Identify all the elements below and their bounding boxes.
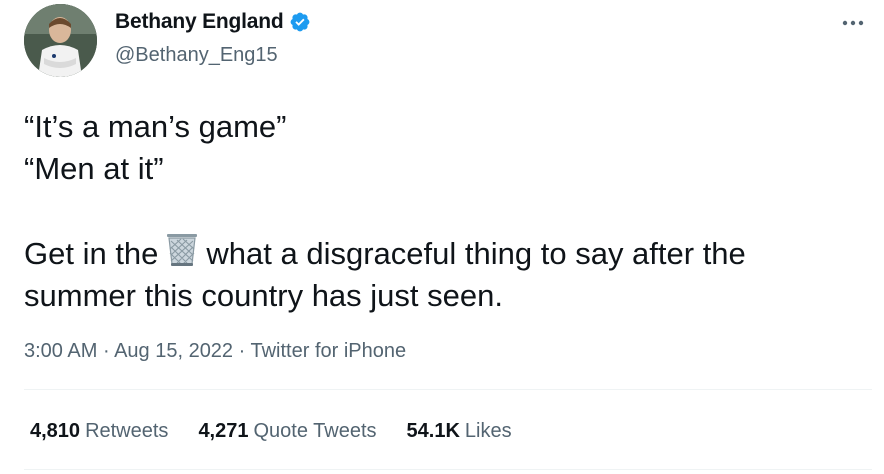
meta-separator: ·	[233, 340, 251, 362]
likes-label: Likes	[464, 420, 512, 442]
more-dots-icon	[842, 20, 864, 26]
verified-badge-icon	[290, 12, 309, 32]
author-display-name[interactable]: Bethany England	[115, 10, 284, 34]
divider	[24, 469, 872, 470]
retweets-stat[interactable]: 4,810 Retweets	[30, 420, 168, 443]
avatar[interactable]	[24, 4, 97, 77]
tweet-text: “It’s a man’s game” “Men at it” Get in t…	[24, 106, 864, 317]
tweet-text-segment: Get in the	[24, 236, 159, 271]
divider	[24, 389, 872, 390]
likes-stat[interactable]: 54.1K Likes	[407, 420, 512, 443]
more-options-button[interactable]	[838, 8, 868, 38]
engagement-stats: 4,810 Retweets 4,271 Quote Tweets 54.1K Lik…	[30, 420, 512, 443]
tweet-source-link[interactable]: Twitter for iPhone	[250, 340, 406, 362]
author-name-row: Bethany England	[115, 10, 311, 34]
meta-separator: ·	[97, 340, 115, 362]
tweet-text-segment: what a disgraceful thing to say after th…	[206, 236, 746, 271]
tweet-detail: Bethany England @Bethany_Eng15 “It’s a m…	[0, 0, 884, 474]
quote-tweets-label: Quote Tweets	[253, 420, 377, 442]
retweets-label: Retweets	[85, 420, 169, 442]
wastebasket-icon	[167, 234, 198, 266]
author-handle[interactable]: @Bethany_Eng15	[115, 44, 278, 67]
tweet-time-link[interactable]: 3:00 AM	[24, 340, 97, 362]
tweet-text-line: “Men at it”	[24, 151, 164, 186]
tweet-text-line: “It’s a man’s game”	[24, 109, 287, 144]
tweet-text-line: summer this country has just seen.	[24, 278, 503, 313]
tweet-meta: 3:00 AM · Aug 15, 2022 · Twitter for iPh…	[24, 340, 406, 363]
tweet-text-line: Get in the what a disgraceful thing to s…	[24, 230, 864, 275]
retweets-count: 4,810	[30, 420, 81, 442]
quote-tweets-count: 4,271	[198, 420, 249, 442]
tweet-date-link[interactable]: Aug 15, 2022	[114, 340, 233, 362]
likes-count: 54.1K	[406, 420, 460, 442]
quote-tweets-stat[interactable]: 4,271 Quote Tweets	[198, 420, 376, 443]
